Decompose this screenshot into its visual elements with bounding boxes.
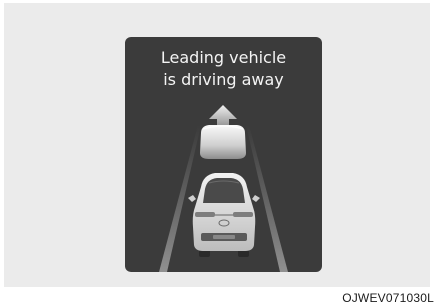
- instrument-cluster-display: Leading vehicle is driving away: [125, 37, 322, 272]
- road-scene: [159, 105, 288, 272]
- forward-arrow-icon: [209, 105, 237, 125]
- own-vehicle-icon: [188, 173, 260, 257]
- leading-vehicle-icon: [200, 125, 246, 159]
- figure-code: OJWEV071030L: [342, 291, 434, 305]
